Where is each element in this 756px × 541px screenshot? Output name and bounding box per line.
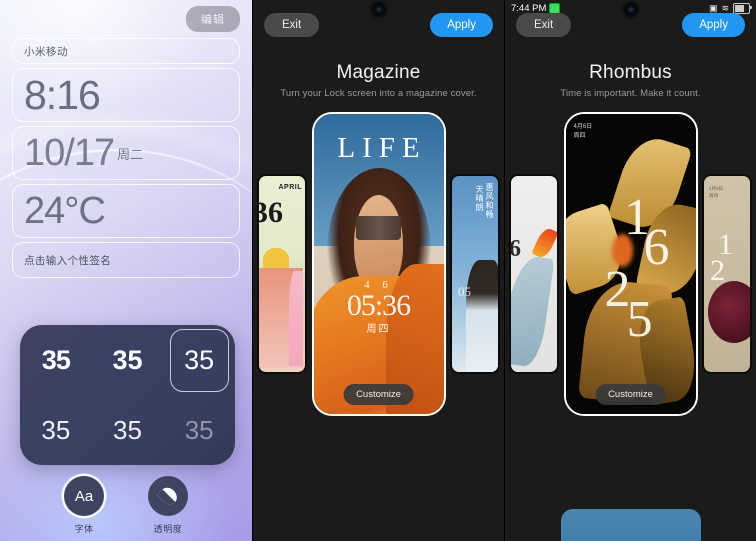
font-picker-card: 35 35 35 35 35 35 [20,325,235,465]
font-aa-glyph: Aa [74,487,94,505]
font-sample-grid: 35 35 35 35 35 35 [20,325,235,465]
magazine-wallpaper: LIFE 4 6 05:36 周四 [313,114,444,414]
style-title: Rhombus [589,62,672,83]
lockscreen-widget-slots: 小米移动 8:16 10/17 周二 24°C 点击输入个性签名 [12,38,240,282]
sky-wallpaper-art: 惠风和畅 天晴朗 05 [452,176,498,372]
style-carousel: 36 APRIL LIFE [253,112,504,417]
time-slot[interactable]: 8:16 [12,68,240,122]
tool-opacity[interactable]: 透明度 [137,476,199,535]
bottom-blue-card[interactable] [560,509,701,541]
magazine-masthead: LIFE [337,132,427,164]
rhombus-preview-phone[interactable]: 4月6日 周四 1 6 2 5 Customize [563,112,698,416]
thumb-number: 36 [259,196,283,229]
rhombus-digit-minute-2: 5 [626,291,653,348]
thumb-vertical-text-1: 惠风和畅 [485,183,494,219]
april-wallpaper-art: 36 APRIL [259,176,305,372]
magazine-clock-time: 05:36 [346,289,411,322]
editor-toolbar: Aa 字体 透明度 [0,476,252,535]
font-option-1[interactable]: 35 [20,325,92,395]
thumb-label: APRIL [278,184,302,191]
customize-button[interactable]: Customize [595,384,666,405]
rhombus-digit-minute-1: 6 [643,219,670,276]
font-sample-label: 35 [112,344,143,375]
magazine-preview-phone[interactable]: LIFE 4 6 05:36 周四 Customize [311,112,446,416]
font-option-3-selected[interactable]: 35 [163,325,235,395]
edit-button[interactable]: 编辑 [186,6,240,32]
carrier-label: 小米移动 [24,45,68,58]
temperature-label: 24°C [24,190,106,232]
dahlia-wallpaper-art: 4月6日 周四 1 2 [704,176,750,372]
tool-font[interactable]: Aa 字体 [53,476,115,535]
thumb-leaf-shape [511,253,555,369]
rhombus-wallpaper: 4月6日 周四 1 6 2 5 [565,114,696,414]
font-option-5[interactable]: 35 [92,395,164,465]
style-title: Magazine [336,62,421,83]
style-carousel: 6 4月6日 周四 1 6 2 5 Customize 4月6日 周四 1 2 [505,112,756,417]
font-option-2[interactable]: 35 [92,325,164,395]
font-sample-label: 35 [113,414,142,445]
style-subtitle: Time is important. Make it count. [560,88,701,99]
thumb-hat-shape [263,248,289,270]
font-sample-label: 35 [41,344,71,375]
signature-placeholder: 点击输入个性签名 [24,254,112,267]
style-subtitle: Turn your Lock screen into a magazine co… [280,88,477,99]
wallpaper-thumbnail-right[interactable]: 4月6日 周四 1 2 [702,174,752,374]
font-option-6[interactable]: 35 [163,395,235,465]
opacity-droplet-icon [148,476,188,516]
apply-button[interactable]: Apply [682,13,745,37]
thumb-flower-shape [531,226,557,260]
tool-font-label: 字体 [74,524,94,534]
magazine-clock-weekday: 周四 [366,324,391,335]
rhombus-clock-digits: 1 6 2 5 [566,114,696,414]
thumb-person-shape [466,260,498,372]
tool-opacity-label: 透明度 [153,524,183,534]
thumb-vertical-text-2: 天晴朗 [475,185,484,212]
clock-date: 10/17 [24,132,115,174]
clock-time: 8:16 [24,71,101,118]
temperature-slot[interactable]: 24°C [12,184,240,238]
signature-slot[interactable]: 点击输入个性签名 [12,242,240,278]
bird-flower-wallpaper-art: 6 [511,176,557,372]
wallpaper-thumbnail-left[interactable]: 36 APRIL [257,174,307,374]
thumb-date: 4月6日 [709,186,724,191]
customize-button[interactable]: Customize [343,384,414,405]
magazine-topbar: Exit Apply [253,9,504,41]
exit-button[interactable]: Exit [516,13,572,37]
font-option-4[interactable]: 35 [20,395,92,465]
thumb-number: 05 [458,284,471,299]
font-aa-icon: Aa [64,476,104,516]
screenshot-root: 编辑 小米移动 8:16 10/17 周二 24°C 点击输入个性签名 35 3… [0,0,756,541]
magazine-sunglasses [356,216,401,240]
magazine-style-panel: Exit Apply Magazine Turn your Lock scree… [252,0,504,541]
thumb-pink-shape [289,271,303,366]
font-sample-label: 35 [184,344,215,375]
rhombus-style-panel: 7:44 PM ▣ ≋ Exit Apply Rhombus Time is i… [504,0,756,541]
thumb-weekday: 周四 [709,193,718,198]
rhombus-topbar: Exit Apply [505,9,756,41]
font-sample-label: 35 [184,414,214,445]
droplet-shape [156,484,180,508]
wallpaper-thumbnail-left[interactable]: 6 [509,174,559,374]
magazine-clock: 4 6 05:36 周四 [314,279,444,335]
thumb-date-block: 4月6日 周四 [709,185,723,199]
thumb-number: 6 [509,236,521,262]
thumb-dahlia-shape [708,281,750,343]
lockscreen-editor-panel: 编辑 小米移动 8:16 10/17 周二 24°C 点击输入个性签名 35 3… [0,0,252,541]
font-sample-label: 35 [41,414,71,445]
wallpaper-thumbnail-right[interactable]: 惠风和畅 天晴朗 05 [450,174,500,374]
apply-button[interactable]: Apply [430,13,493,37]
date-slot[interactable]: 10/17 周二 [12,126,240,180]
exit-button[interactable]: Exit [264,13,320,37]
carrier-slot[interactable]: 小米移动 [12,38,240,64]
clock-weekday: 周二 [117,146,144,162]
